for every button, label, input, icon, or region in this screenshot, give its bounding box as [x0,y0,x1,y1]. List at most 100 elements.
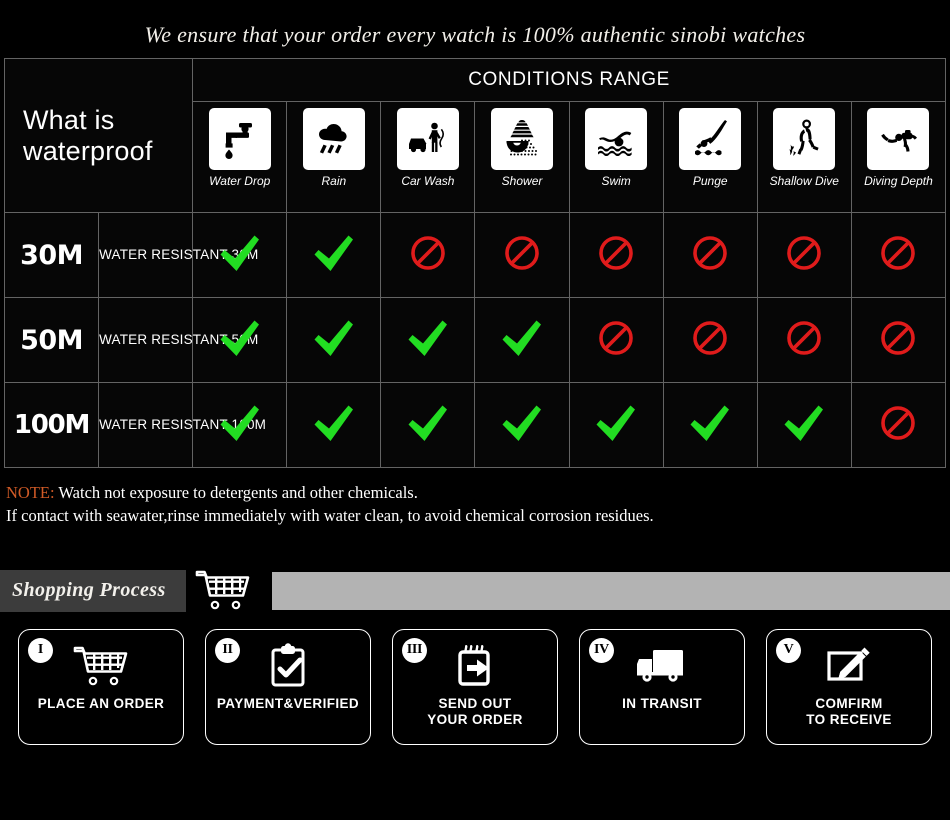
condition-label: Car Wash [401,174,455,188]
check-mark [780,399,828,447]
step-label: PLACE AN ORDER [37,695,165,711]
check-mark-icon [314,235,353,271]
ban-mark [502,233,542,273]
step-numeral: IV [589,637,614,663]
ban-mark [408,233,448,273]
table-row: 100M WATER RESISTANT 100M [3,382,947,468]
check-mark-icon [502,320,542,356]
condition-column-punge: Punge [662,101,758,213]
step-label: COMFIRM TO RECEIVE [806,695,892,728]
ban-mark [878,403,918,443]
description-cell: WATER RESISTANT 50M [98,297,258,383]
step-numeral: II [215,637,240,663]
ban-mark [784,233,824,273]
table-row: 30M WATER RESISTANT 30M [3,212,947,298]
step-in-transit[interactable]: IV IN TRANSIT [579,628,745,745]
ban-mark-icon [787,320,822,355]
ban-mark-icon [881,405,916,440]
check-mark [404,314,452,362]
step-send-out-your-order[interactable]: III SEND OUT YOUR ORDER [392,628,558,745]
check-mark [498,314,546,362]
car-wash-icon [396,108,459,170]
condition-label: Punge [692,174,728,188]
shopping-process-progress-band [272,571,950,610]
description-cell: WATER RESISTANT 100M [98,382,266,468]
ban-mark-icon [787,235,822,270]
mark-cell-2-4 [568,382,664,468]
ban-mark [690,318,730,358]
mark-cell-1-6 [756,297,852,383]
shower-icon [491,108,554,170]
water-drop-icon [208,108,271,170]
mark-cell-0-1 [286,212,382,298]
shopping-process-label: Shopping Process [12,579,166,602]
ban-mark-icon [881,235,916,270]
step-comfirm-to-receive[interactable]: V COMFIRM TO RECEIVE [766,628,932,745]
condition-column-water-drop: Water Drop [192,101,288,213]
ban-mark [596,318,636,358]
table-header-row: What is waterproof CONDITIONS RANGE [3,58,946,213]
confirm-pencil-icon [824,642,874,690]
depth-label: 30M [20,239,84,271]
check-mark [498,399,546,447]
mark-cell-1-1 [286,297,382,383]
ban-mark [878,318,918,358]
condition-label: Swim [601,174,631,188]
check-mark [310,399,358,447]
mark-cell-2-5 [662,382,758,468]
delivery-truck-icon [633,642,691,690]
waterproof-header-label: What is waterproof [23,104,153,166]
condition-label: Water Drop [209,174,271,188]
mark-cell-0-7 [850,212,947,298]
send-package-icon [453,642,497,690]
mark-cell-0-4 [568,212,664,298]
condition-label: Diving Depth [864,174,933,188]
description-cell: WATER RESISTANT 30M [98,212,258,298]
ban-mark [690,233,730,273]
step-payment-verified[interactable]: II PAYMENT&VERIFIED [205,628,371,745]
check-mark [404,399,452,447]
waterproof-table: What is waterproof CONDITIONS RANGE Wate… [3,58,947,468]
depth-label: 50M [20,324,84,356]
check-mark [686,399,734,447]
step-label: SEND OUT YOUR ORDER [427,695,523,728]
depth-cell: 50M [3,297,100,383]
mark-cell-2-3 [474,382,570,468]
step-numeral: I [28,637,53,663]
mark-cell-2-1 [286,382,382,468]
clipboard-check-icon [266,642,310,690]
shopping-process-label-band: Shopping Process [0,569,186,612]
ban-mark-icon [411,235,445,270]
step-numeral: V [776,637,801,663]
mark-cell-0-6 [756,212,852,298]
mark-cell-2-7 [850,382,947,468]
condition-label: Shallow Dive [769,174,839,188]
rain-icon [302,108,365,170]
mark-cell-1-3 [474,297,570,383]
condition-column-swim: Swim [568,101,664,213]
mark-cell-0-5 [662,212,758,298]
check-mark [310,314,358,362]
check-mark-icon [314,405,353,441]
step-place-an-order[interactable]: I PLACE AN ORDER [18,628,184,745]
ban-mark-icon [881,320,916,355]
ban-mark-icon [505,235,539,270]
note-line-1-text: Watch not exposure to detergents and oth… [54,483,418,502]
step-label: IN TRANSIT [622,695,702,711]
punge-icon [679,108,742,170]
check-mark-icon [690,405,730,441]
ban-mark-icon [599,320,633,355]
condition-column-rain: Rain [286,101,382,213]
check-mark-icon [408,405,447,441]
swim-icon [585,108,648,170]
mark-cell-1-7 [850,297,947,383]
mark-cell-1-2 [380,297,476,383]
ban-mark [784,318,824,358]
step-label: PAYMENT&VERIFIED [216,695,360,711]
shopping-process-bar: Shopping Process [0,569,950,612]
step-numeral: III [402,637,427,663]
mark-cell-1-5 [662,297,758,383]
check-mark-icon [220,405,259,441]
check-mark-icon [408,320,447,356]
check-mark-icon [314,320,353,356]
